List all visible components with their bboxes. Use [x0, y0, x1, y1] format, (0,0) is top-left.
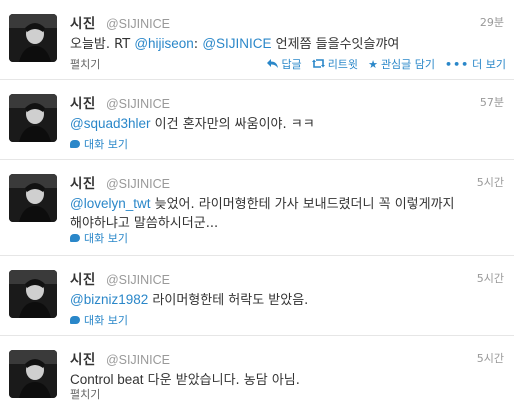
- tweet-header: 시진 @SIJINICE 5시간: [70, 172, 504, 192]
- tweet-header: 시진 @SIJINICE 5시간: [70, 268, 504, 288]
- mention-link[interactable]: @lovelyn_twt: [70, 196, 151, 211]
- mention-link[interactable]: @bizniz1982: [70, 292, 148, 307]
- tweet-text-part: 늦었어. 라이머형한테 가사 보내드렸더니 꼭 이렇게까지: [150, 197, 455, 212]
- tweet-header: 시진 @SIJINICE 57분: [70, 92, 504, 112]
- retweet-button[interactable]: 리트윗: [311, 56, 359, 72]
- tweet-text-part: 오늘밤. RT: [70, 37, 135, 52]
- more-label: 더 보기: [472, 58, 506, 71]
- view-conversation-link[interactable]: 대화 보기: [70, 312, 128, 328]
- reply-label: 답글: [281, 58, 302, 71]
- user-handle[interactable]: @SIJINICE: [106, 177, 170, 191]
- more-button[interactable]: ••• 더 보기: [445, 56, 506, 72]
- tweet-text: @squad3hler 이건 혼자만의 싸움이야. ㅋㅋ: [70, 114, 504, 134]
- tweet-item[interactable]: 시진 @SIJINICE 5시간 @lovelyn_twt 늦었어. 라이머형한…: [0, 160, 514, 256]
- tweet-footer: 펼치기 답글 리트윗 ★ 관심글 담기 ••• 더 보기: [70, 56, 506, 72]
- ellipsis-icon: •••: [445, 57, 470, 71]
- speech-bubble-icon: [70, 140, 80, 148]
- timestamp[interactable]: 5시간: [477, 174, 504, 190]
- tweet-text-part: 라이머형한테 허락도 받았음.: [148, 293, 309, 308]
- mention-link[interactable]: @hijiseon: [134, 36, 193, 51]
- tweet-header: 시진 @SIJINICE 5시간: [70, 348, 504, 368]
- avatar[interactable]: [9, 350, 57, 398]
- favorite-button[interactable]: ★ 관심글 담기: [368, 56, 435, 72]
- user-name[interactable]: 시진: [70, 16, 96, 32]
- mention-link[interactable]: @SIJINICE: [202, 36, 271, 51]
- tweet-actions: 답글 리트윗 ★ 관심글 담기 ••• 더 보기: [267, 56, 506, 72]
- user-name[interactable]: 시진: [70, 272, 96, 288]
- conversation-label: 대화 보기: [84, 314, 128, 327]
- tweet-text: 오늘밤. RT @hijiseon: @SIJINICE 언제쯤 들을수잇슬꺄여: [70, 34, 504, 54]
- tweet-item[interactable]: 시진 @SIJINICE 5시간 Control beat 다운 받았습니다. …: [0, 336, 514, 407]
- avatar[interactable]: [9, 174, 57, 222]
- speech-bubble-icon: [70, 234, 80, 242]
- avatar[interactable]: [9, 14, 57, 62]
- tweet-footer: 대화 보기: [70, 136, 506, 152]
- user-name[interactable]: 시진: [70, 176, 96, 192]
- conversation-label: 대화 보기: [84, 232, 128, 245]
- tweet-item[interactable]: 시진 @SIJINICE 29분 오늘밤. RT @hijiseon: @SIJ…: [0, 0, 514, 80]
- tweet-footer: 펼치기: [70, 386, 506, 402]
- favorite-label: 관심글 담기: [380, 58, 436, 71]
- tweet-footer: 대화 보기: [70, 312, 506, 328]
- speech-bubble-icon: [70, 316, 80, 324]
- avatar[interactable]: [9, 94, 57, 142]
- user-handle[interactable]: @SIJINICE: [106, 97, 170, 111]
- user-handle[interactable]: @SIJINICE: [106, 353, 170, 367]
- reply-arrow-icon: [267, 58, 279, 71]
- user-name[interactable]: 시진: [70, 352, 96, 368]
- expand-link[interactable]: 펼치기: [70, 58, 100, 71]
- tweet-text: @lovelyn_twt 늦었어. 라이머형한테 가사 보내드렸더니 꼭 이렇게…: [70, 194, 504, 233]
- tweet-footer: 대화 보기: [70, 230, 506, 246]
- tweet-text-part: 언제쯤 들을수잇슬꺄여: [271, 37, 400, 52]
- view-conversation-link[interactable]: 대화 보기: [70, 136, 128, 152]
- retweet-icon: [311, 58, 325, 71]
- mention-link[interactable]: @squad3hler: [70, 116, 151, 131]
- tweet-header: 시진 @SIJINICE 29분: [70, 12, 504, 32]
- star-icon: ★: [368, 57, 378, 71]
- tweet-text: @bizniz1982 라이머형한테 허락도 받았음.: [70, 290, 504, 310]
- expand-link[interactable]: 펼치기: [70, 388, 100, 401]
- user-name[interactable]: 시진: [70, 96, 96, 112]
- tweet-item[interactable]: 시진 @SIJINICE 5시간 @bizniz1982 라이머형한테 허락도 …: [0, 256, 514, 336]
- tweet-text-part: 해야하냐고 말씀하시더군...: [70, 216, 219, 231]
- user-handle[interactable]: @SIJINICE: [106, 273, 170, 287]
- timestamp[interactable]: 29분: [480, 14, 504, 30]
- reply-button[interactable]: 답글: [267, 56, 302, 72]
- tweet-text-part: Control beat: [70, 372, 144, 387]
- timestamp[interactable]: 5시간: [477, 270, 504, 286]
- avatar[interactable]: [9, 270, 57, 318]
- timestamp[interactable]: 5시간: [477, 350, 504, 366]
- retweet-label: 리트윗: [327, 58, 359, 71]
- tweet-text-part: 이건 혼자만의 싸움이야. ㅋㅋ: [150, 117, 315, 132]
- view-conversation-link[interactable]: 대화 보기: [70, 230, 128, 246]
- tweet-item[interactable]: 시진 @SIJINICE 57분 @squad3hler 이건 혼자만의 싸움이…: [0, 80, 514, 160]
- user-handle[interactable]: @SIJINICE: [106, 17, 170, 31]
- conversation-label: 대화 보기: [84, 138, 128, 151]
- timestamp[interactable]: 57분: [480, 94, 504, 110]
- tweet-timeline: 시진 @SIJINICE 29분 오늘밤. RT @hijiseon: @SIJ…: [0, 0, 514, 407]
